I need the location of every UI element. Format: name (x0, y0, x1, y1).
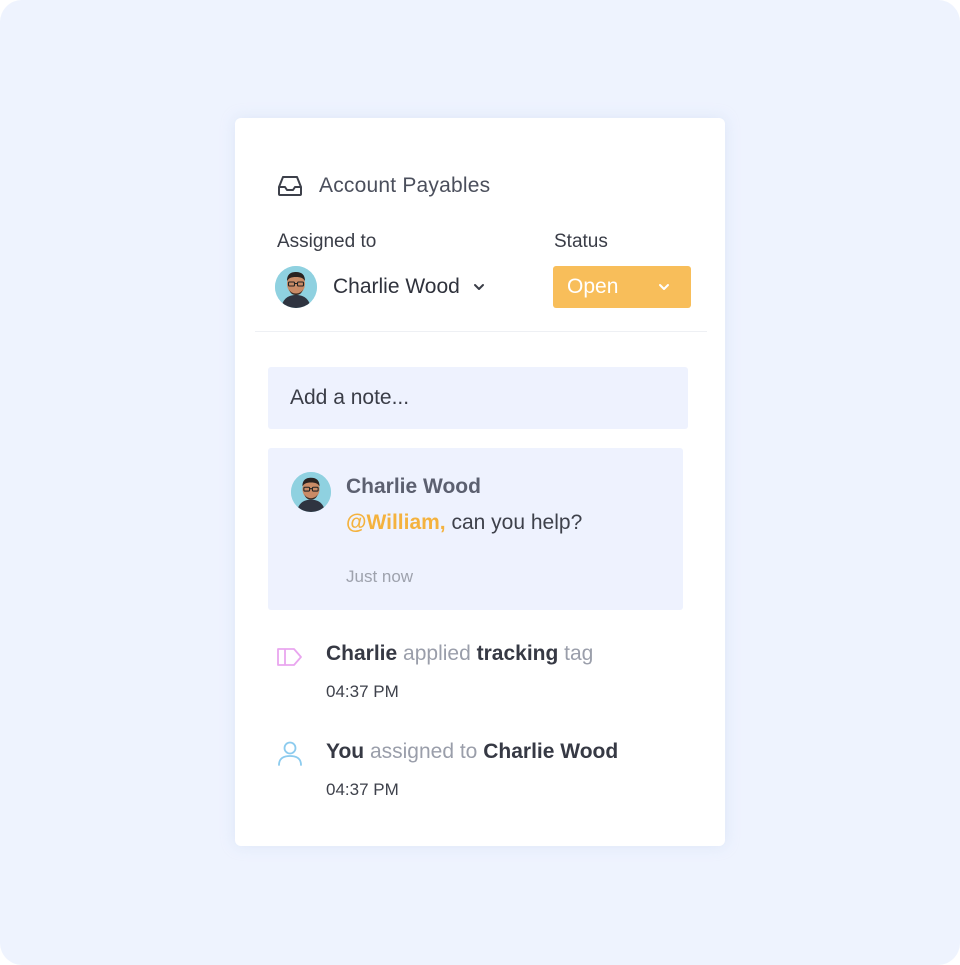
activity-object: tracking (476, 642, 559, 665)
assignee-name: Charlie Wood (333, 275, 460, 298)
chevron-down-icon (473, 284, 484, 290)
comment-author: Charlie Wood (346, 475, 481, 498)
activity-text: You assigned to Charlie Wood (326, 740, 618, 764)
activity-verb: applied (403, 642, 471, 665)
avatar (291, 472, 331, 512)
comment-card: Charlie Wood @William, can you help? Jus… (268, 448, 683, 610)
ticket-card: Account Payables Assigned to Status Char… (235, 118, 725, 846)
status-label: Status (554, 231, 608, 252)
activity-verb: assigned to (369, 740, 478, 763)
user-icon (278, 741, 302, 766)
ticket-header: Account Payables (277, 174, 490, 198)
activity-time: 04:37 PM (326, 780, 399, 799)
activity-time: 04:37 PM (326, 682, 399, 701)
tag-icon (277, 648, 302, 666)
assignee-dropdown[interactable]: Charlie Wood (275, 266, 486, 308)
activity-actor: Charlie (326, 642, 398, 665)
divider (255, 331, 707, 332)
avatar (275, 266, 317, 308)
assigned-to-label: Assigned to (277, 231, 377, 252)
activity-object: Charlie Wood (483, 740, 619, 763)
page-background: Account Payables Assigned to Status Char… (0, 0, 960, 965)
status-value: Open (567, 275, 619, 298)
activity-text: Charlie applied tracking tag (326, 642, 593, 666)
activity-suffix: tag (564, 642, 594, 665)
comment-body: can you help? (445, 511, 583, 534)
status-dropdown[interactable]: Open (553, 266, 691, 308)
ticket-title: Account Payables (319, 174, 491, 197)
comment-time: Just now (346, 567, 414, 586)
mention-link[interactable]: @William, (346, 511, 446, 534)
chevron-down-icon (659, 284, 669, 290)
inbox-icon (278, 176, 302, 196)
add-note-input[interactable] (268, 367, 688, 429)
activity-actor: You (326, 740, 365, 763)
comment-text: @William, can you help? (346, 511, 582, 535)
